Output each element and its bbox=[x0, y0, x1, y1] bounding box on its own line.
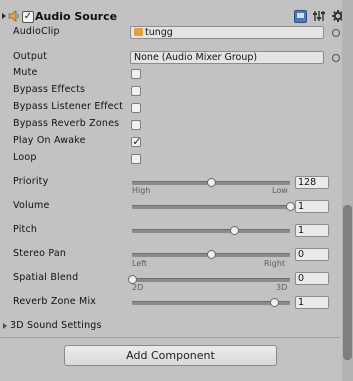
book-icon[interactable] bbox=[294, 10, 307, 23]
mute-label: Mute bbox=[13, 67, 38, 78]
spatial-blend-2d-hint: 2D bbox=[132, 283, 144, 292]
pitch-slider-track[interactable] bbox=[132, 229, 290, 233]
spatial-blend-slider-track[interactable] bbox=[132, 278, 290, 282]
speaker-icon bbox=[8, 10, 19, 22]
stereo-pan-input[interactable]: 0 bbox=[295, 248, 329, 261]
3d-sound-settings-foldout[interactable]: 3D Sound Settings bbox=[10, 320, 102, 331]
divider bbox=[0, 337, 340, 338]
bypass-effects-label: Bypass Effects bbox=[13, 84, 86, 95]
stereo-pan-label: Stereo Pan bbox=[13, 248, 67, 259]
checkmark-icon: ✓ bbox=[132, 135, 142, 148]
volume-slider-track[interactable] bbox=[132, 205, 290, 209]
volume-input[interactable]: 1 bbox=[295, 200, 329, 213]
target-circle-icon[interactable] bbox=[332, 29, 340, 37]
volume-label: Volume bbox=[13, 200, 50, 211]
output-value: None (Audio Mixer Group) bbox=[134, 52, 258, 63]
spatial-blend-input[interactable]: 0 bbox=[295, 272, 329, 285]
add-component-button[interactable]: Add Component bbox=[64, 345, 277, 366]
priority-input[interactable]: 128 bbox=[295, 176, 329, 189]
output-field[interactable]: None (Audio Mixer Group) bbox=[130, 51, 324, 64]
checkmark-icon: ✓ bbox=[23, 11, 33, 22]
reverb-zone-mix-input[interactable]: 1 bbox=[295, 296, 329, 309]
fold-triangle-icon[interactable] bbox=[2, 13, 6, 19]
sliders-icon[interactable] bbox=[312, 9, 326, 23]
component-title: Audio Source bbox=[35, 10, 118, 23]
priority-slider-thumb[interactable] bbox=[206, 178, 216, 187]
priority-low-hint: Low bbox=[272, 186, 288, 195]
bypass-reverb-checkbox[interactable] bbox=[131, 120, 141, 130]
audio-clip-label: AudioClip bbox=[13, 26, 60, 37]
reverb-zone-mix-slider-thumb[interactable] bbox=[269, 298, 279, 307]
reverb-zone-mix-label: Reverb Zone Mix bbox=[13, 296, 97, 307]
play-on-awake-checkbox[interactable]: ✓ bbox=[131, 135, 142, 148]
spatial-blend-label: Spatial Blend bbox=[13, 272, 79, 283]
audio-source-inspector: ✓ Audio Source AudioClip tungg Output No… bbox=[0, 0, 353, 381]
bypass-listener-label: Bypass Listener Effect bbox=[13, 101, 124, 112]
loop-label: Loop bbox=[13, 152, 37, 163]
output-label: Output bbox=[13, 51, 48, 62]
stereo-pan-right-hint: Right bbox=[264, 259, 286, 268]
stereo-pan-slider-thumb[interactable] bbox=[206, 250, 216, 259]
stereo-pan-left-hint: Left bbox=[132, 259, 148, 268]
reverb-zone-mix-slider-track[interactable] bbox=[132, 301, 290, 305]
volume-slider-thumb[interactable] bbox=[285, 202, 295, 211]
pitch-label: Pitch bbox=[13, 224, 38, 235]
bypass-listener-checkbox[interactable] bbox=[131, 103, 141, 113]
audio-clip-field[interactable]: tungg bbox=[130, 26, 324, 39]
bypass-reverb-label: Bypass Reverb Zones bbox=[13, 118, 120, 129]
audio-clip-icon bbox=[134, 28, 143, 36]
pitch-slider-thumb[interactable] bbox=[230, 226, 240, 235]
priority-label: Priority bbox=[13, 176, 49, 187]
bypass-effects-checkbox[interactable] bbox=[131, 86, 141, 96]
scrollbar-thumb[interactable] bbox=[343, 205, 352, 360]
component-enabled-checkbox[interactable]: ✓ bbox=[22, 11, 34, 23]
audio-clip-value: tungg bbox=[145, 27, 173, 38]
fold-triangle-icon[interactable] bbox=[3, 323, 7, 329]
play-on-awake-label: Play On Awake bbox=[13, 135, 86, 146]
pitch-input[interactable]: 1 bbox=[295, 224, 329, 237]
priority-high-hint: High bbox=[132, 186, 151, 195]
spatial-blend-3d-hint: 3D bbox=[276, 283, 288, 292]
mute-checkbox[interactable] bbox=[131, 69, 141, 79]
loop-checkbox[interactable] bbox=[131, 154, 141, 164]
target-circle-icon[interactable] bbox=[332, 54, 340, 62]
